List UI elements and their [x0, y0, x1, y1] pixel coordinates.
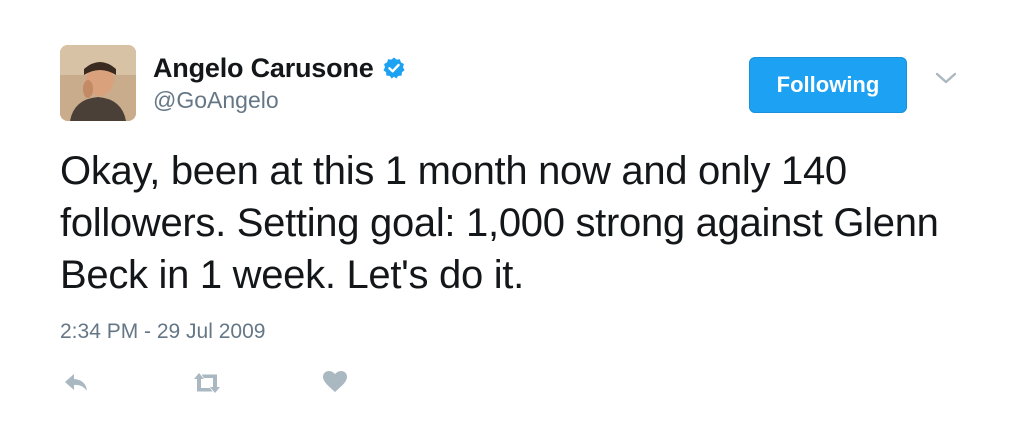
tweet-text: Okay, been at this 1 month now and only …: [60, 149, 939, 297]
chevron-down-icon[interactable]: [934, 70, 958, 86]
tweet-timestamp[interactable]: 2:34 PM - 29 Jul 2009: [60, 320, 265, 344]
following-button[interactable]: Following: [749, 57, 907, 113]
avatar[interactable]: [60, 45, 136, 121]
user-avatar-photo: [60, 45, 136, 121]
reply-icon[interactable]: [62, 370, 90, 396]
verified-badge-icon: [382, 56, 406, 80]
retweet-icon[interactable]: [190, 370, 224, 396]
user-handle[interactable]: @GoAngelo: [153, 87, 279, 114]
like-heart-icon[interactable]: [322, 370, 348, 394]
author-name-row: Angelo Carusone: [153, 50, 406, 86]
display-name[interactable]: Angelo Carusone: [153, 53, 374, 84]
